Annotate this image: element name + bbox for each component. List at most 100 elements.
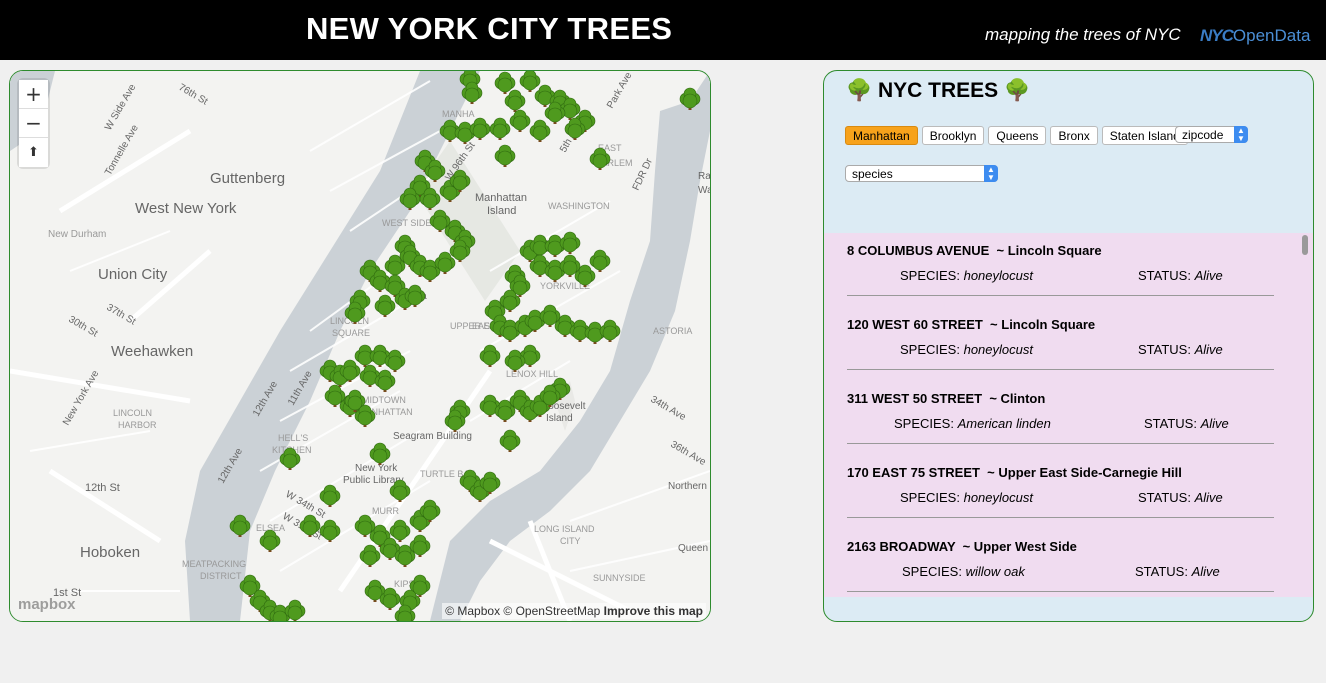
status-label: STATUS: bbox=[1135, 564, 1188, 579]
tagline: mapping the trees of NYC bbox=[985, 25, 1181, 44]
logo-opendata: OpenData bbox=[1232, 26, 1311, 45]
map-label: LINCOLN bbox=[113, 408, 152, 418]
tree-list-scrollbar[interactable] bbox=[1299, 233, 1313, 597]
map-label: ASTORIA bbox=[653, 326, 692, 336]
map-label: HARBOR bbox=[118, 420, 157, 430]
tree-address: 170 EAST 75 STREET ~ Upper East Side-Car… bbox=[847, 465, 1182, 480]
map-label: SQUARE bbox=[332, 328, 370, 338]
status-value: Alive bbox=[1200, 416, 1229, 431]
site-title: NEW YORK CITY TREES bbox=[306, 11, 673, 46]
status-value: Alive bbox=[1194, 342, 1223, 357]
reset-north-button[interactable]: ⬆ bbox=[19, 138, 48, 167]
borough-button-manhattan[interactable]: Manhattan bbox=[845, 126, 918, 145]
map-label: SUNNYSIDE bbox=[593, 573, 646, 583]
map-label: LONG ISLAND bbox=[534, 524, 595, 534]
tree-list-item[interactable]: 170 EAST 75 STREET ~ Upper East Side-Car… bbox=[847, 455, 1274, 518]
status-value: Alive bbox=[1194, 490, 1223, 505]
map-label: Manhattan bbox=[475, 192, 527, 204]
nyc-opendata-logo[interactable]: NYCOpenData bbox=[1200, 26, 1310, 46]
map-label: Ra bbox=[698, 171, 710, 182]
tree-species: SPECIES: honeylocust bbox=[900, 490, 1033, 505]
tree-species: SPECIES: willow oak bbox=[902, 564, 1025, 579]
map-label: MANHA bbox=[442, 109, 475, 119]
logo-nyc: NYC bbox=[1200, 26, 1234, 45]
map-label: New Durham bbox=[48, 229, 106, 240]
status-label: STATUS: bbox=[1138, 342, 1191, 357]
borough-button-bronx[interactable]: Bronx bbox=[1050, 126, 1098, 145]
species-label: SPECIES: bbox=[894, 416, 954, 431]
tree-address: 120 WEST 60 STREET ~ Lincoln Square bbox=[847, 317, 1096, 332]
tree-address: 8 COLUMBUS AVENUE ~ Lincoln Square bbox=[847, 243, 1102, 258]
zoom-control: + − ⬆ bbox=[19, 80, 48, 167]
zoom-out-button[interactable]: − bbox=[19, 109, 48, 138]
map-label: West New York bbox=[135, 200, 237, 217]
attribution-text[interactable]: © Mapbox © OpenStreetMap bbox=[445, 604, 600, 618]
status-value: Alive bbox=[1194, 268, 1223, 283]
species-value: honeylocust bbox=[963, 268, 1033, 283]
panel-title: 🌳 NYC TREES 🌳 bbox=[846, 79, 1031, 102]
map-label: Guttenberg bbox=[210, 170, 285, 187]
map-attribution: © Mapbox © OpenStreetMap Improve this ma… bbox=[442, 603, 706, 619]
map-label: HELL'S bbox=[278, 433, 308, 443]
tree-status: STATUS: Alive bbox=[1138, 342, 1223, 357]
species-select-value: species bbox=[852, 167, 893, 181]
tree-species: SPECIES: honeylocust bbox=[900, 342, 1033, 357]
scrollbar-thumb[interactable] bbox=[1302, 235, 1308, 255]
mapbox-logo-text: mapbox bbox=[18, 596, 76, 613]
map-label: DISTRICT bbox=[200, 571, 242, 581]
map-label: Hoboken bbox=[80, 544, 140, 561]
zoom-in-button[interactable]: + bbox=[19, 80, 48, 109]
tree-status: STATUS: Alive bbox=[1135, 564, 1220, 579]
map-label: 12th St bbox=[85, 482, 120, 494]
species-value: American linden bbox=[957, 416, 1051, 431]
tree-list-item[interactable]: 311 WEST 50 STREET ~ Clinton SPECIES: Am… bbox=[847, 381, 1274, 444]
tree-status: STATUS: Alive bbox=[1138, 490, 1223, 505]
borough-button-queens[interactable]: Queens bbox=[988, 126, 1047, 145]
zipcode-select-value: zipcode bbox=[1182, 128, 1224, 142]
map-label: MURR bbox=[372, 506, 399, 516]
map-canvas[interactable]: Guttenberg West New York New Durham Unio… bbox=[10, 71, 710, 621]
map-label: Island bbox=[546, 413, 573, 424]
map-panel[interactable]: Guttenberg West New York New Durham Unio… bbox=[9, 70, 711, 622]
map-label: WEST SIDE bbox=[382, 218, 431, 228]
select-arrow-icon: ▲ ▼ bbox=[1234, 126, 1248, 143]
tree-species: SPECIES: American linden bbox=[894, 416, 1051, 431]
status-label: STATUS: bbox=[1144, 416, 1197, 431]
map-label: Northern bbox=[668, 481, 707, 492]
map-label: Island bbox=[487, 205, 516, 217]
tree-status: STATUS: Alive bbox=[1138, 268, 1223, 283]
species-label: SPECIES: bbox=[902, 564, 962, 579]
map-label: MEATPACKING bbox=[182, 559, 246, 569]
tree-status: STATUS: Alive bbox=[1144, 416, 1229, 431]
species-label: SPECIES: bbox=[900, 268, 960, 283]
zipcode-select[interactable]: zipcode ▲ ▼ bbox=[1175, 126, 1248, 143]
tree-list-item[interactable]: 2163 BROADWAY ~ Upper West Side SPECIES:… bbox=[847, 529, 1274, 592]
map-label: Weehawken bbox=[111, 343, 193, 360]
species-label: SPECIES: bbox=[900, 490, 960, 505]
tree-species: SPECIES: honeylocust bbox=[900, 268, 1033, 283]
map-label: MIDTOWN bbox=[362, 395, 406, 405]
status-label: STATUS: bbox=[1138, 268, 1191, 283]
species-value: willow oak bbox=[965, 564, 1025, 579]
map-label: Queen bbox=[678, 543, 708, 554]
improve-map-link[interactable]: Improve this map bbox=[604, 604, 703, 618]
map-label: Wa bbox=[698, 185, 710, 196]
borough-buttons: Manhattan Brooklyn Queens Bronx Staten I… bbox=[845, 126, 1188, 145]
species-label: SPECIES: bbox=[900, 342, 960, 357]
species-select[interactable]: species ▲ ▼ bbox=[845, 165, 998, 182]
trees-panel: 🌳 NYC TREES 🌳 Manhattan Brooklyn Queens … bbox=[823, 70, 1314, 622]
tree-list-item[interactable]: 120 WEST 60 STREET ~ Lincoln Square SPEC… bbox=[847, 307, 1274, 370]
map-label: WASHINGTON bbox=[548, 201, 610, 211]
borough-button-brooklyn[interactable]: Brooklyn bbox=[921, 126, 985, 145]
map-label: Union City bbox=[98, 266, 168, 283]
select-arrow-icon: ▲ ▼ bbox=[984, 165, 998, 182]
tree-address: 2163 BROADWAY ~ Upper West Side bbox=[847, 539, 1077, 554]
map-label: CITY bbox=[560, 536, 581, 546]
status-value: Alive bbox=[1191, 564, 1220, 579]
status-label: STATUS: bbox=[1138, 490, 1191, 505]
species-value: honeylocust bbox=[963, 490, 1033, 505]
tree-list[interactable]: 8 COLUMBUS AVENUE ~ Lincoln Square SPECI… bbox=[824, 233, 1299, 597]
mapbox-logo[interactable]: mapbox bbox=[18, 596, 76, 613]
tree-list-item[interactable]: 8 COLUMBUS AVENUE ~ Lincoln Square SPECI… bbox=[847, 233, 1274, 296]
map-label: Seagram Building bbox=[393, 431, 472, 442]
